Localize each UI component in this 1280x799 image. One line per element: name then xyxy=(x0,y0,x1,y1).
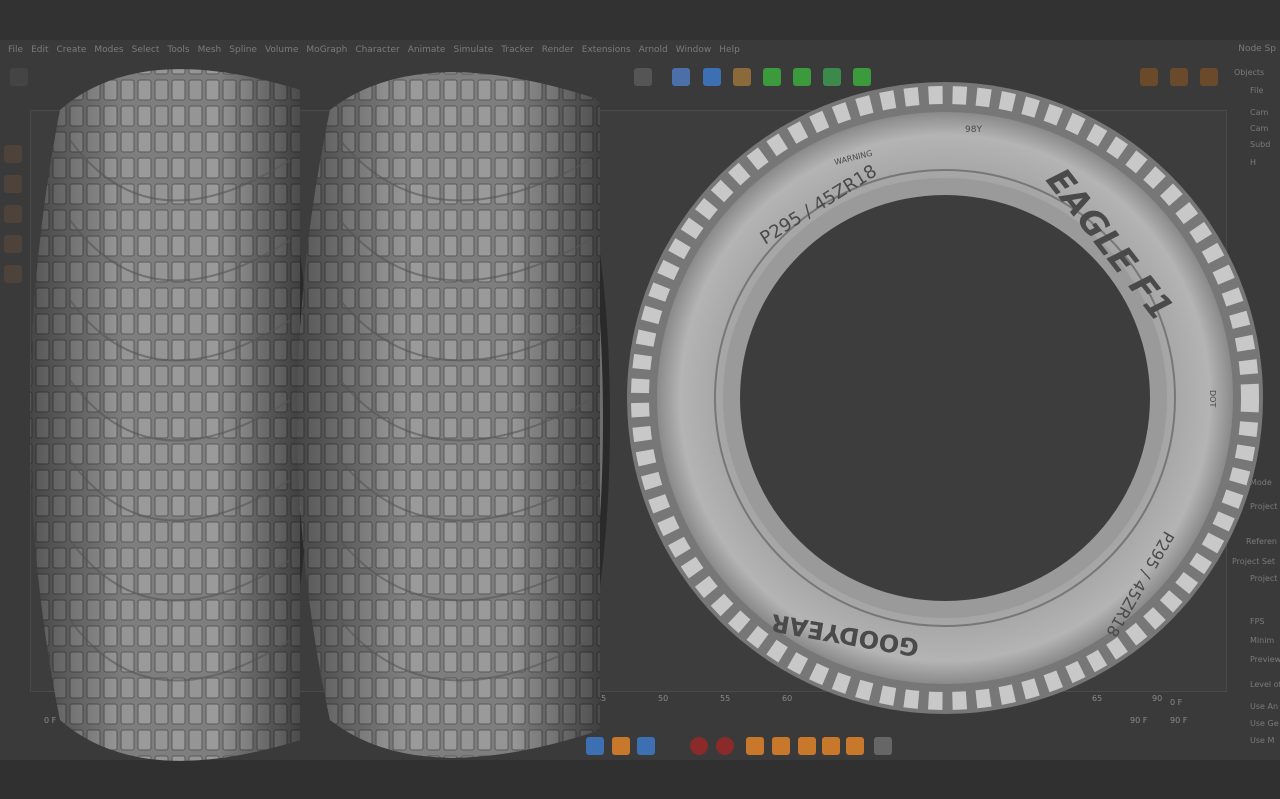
tire-render: P295 / 45ZR18 EAGLE F1 P295 / 45ZR18 GOO… xyxy=(30,69,1263,761)
